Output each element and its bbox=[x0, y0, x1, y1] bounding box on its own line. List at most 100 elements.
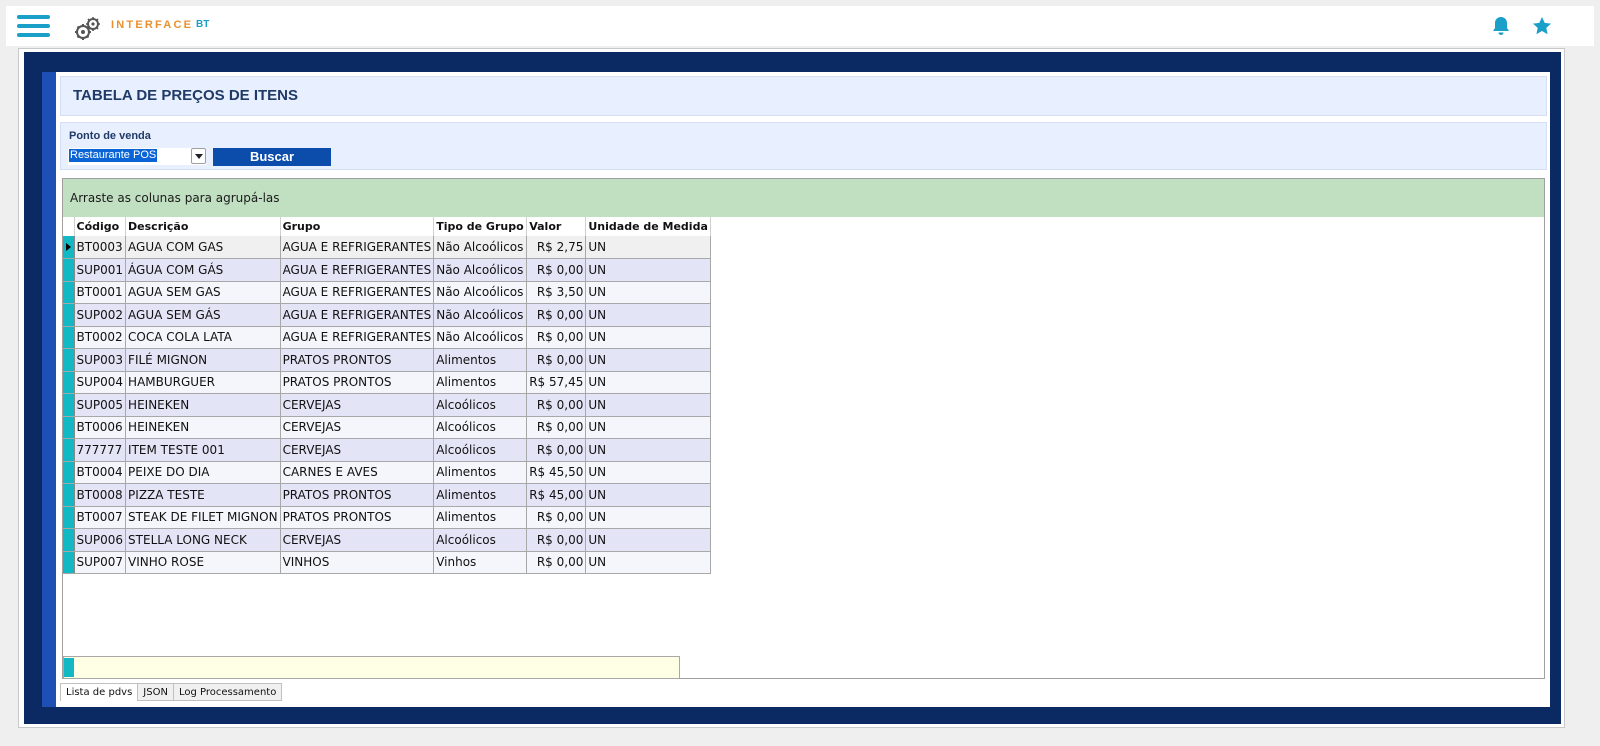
table-row[interactable]: SUP006 STELLA LONG NECK CERVEJAS Alcoóli… bbox=[63, 528, 711, 552]
star-icon[interactable] bbox=[1532, 16, 1552, 36]
cell-grupo: PRATOS PRONTOS bbox=[280, 371, 435, 394]
left-accent-stripe bbox=[42, 72, 56, 707]
page-title: TABELA DE PREÇOS DE ITENS bbox=[73, 87, 299, 104]
cell-valor: R$ 0,00 bbox=[526, 551, 587, 574]
cell-codigo: SUP004 bbox=[74, 371, 127, 394]
cell-descricao: AGUA SEM GÁS bbox=[125, 303, 281, 327]
cell-unidade: UN bbox=[585, 551, 711, 574]
cell-grupo: VINHOS bbox=[280, 551, 435, 574]
table-row[interactable]: 777777 ITEM TESTE 001 CERVEJAS Alcoólico… bbox=[63, 438, 711, 462]
column-header-descricao[interactable]: Descrição bbox=[125, 217, 281, 236]
cell-tipo-grupo: Alimentos bbox=[433, 506, 528, 529]
table-row[interactable]: SUP007 VINHO ROSE VINHOS Vinhos R$ 0,00 … bbox=[63, 551, 711, 574]
tab-json[interactable]: JSON bbox=[138, 683, 174, 701]
grid-footer-row bbox=[63, 656, 680, 679]
table-row[interactable]: SUP003 FILÉ MIGNON PRATOS PRONTOS Alimen… bbox=[63, 348, 711, 372]
cell-codigo: SUP005 bbox=[74, 393, 127, 417]
cell-grupo: AGUA E REFRIGERANTES bbox=[280, 326, 435, 349]
row-indicator bbox=[63, 528, 75, 552]
table-row[interactable]: BT0008 PIZZA TESTE PRATOS PRONTOS Alimen… bbox=[63, 483, 711, 507]
cell-valor: R$ 0,00 bbox=[526, 393, 587, 417]
cell-descricao: COCA COLA LATA bbox=[125, 326, 281, 349]
cell-codigo: BT0003 bbox=[74, 236, 127, 259]
cell-descricao: VINHO ROSE bbox=[125, 551, 281, 574]
cell-valor: R$ 3,50 bbox=[526, 281, 587, 304]
column-header-unidade[interactable]: Unidade de Medida bbox=[585, 217, 711, 236]
cell-valor: R$ 0,00 bbox=[526, 326, 587, 349]
row-indicator bbox=[63, 348, 75, 372]
cell-grupo: CERVEJAS bbox=[280, 528, 435, 552]
cell-codigo: SUP001 bbox=[74, 258, 127, 282]
column-header-grupo[interactable]: Grupo bbox=[280, 217, 435, 236]
row-indicator bbox=[63, 258, 75, 282]
cell-descricao: AGUA SEM GAS bbox=[125, 281, 281, 304]
table-row[interactable]: BT0002 COCA COLA LATA AGUA E REFRIGERANT… bbox=[63, 326, 711, 349]
cell-codigo: BT0008 bbox=[74, 483, 127, 507]
cell-grupo: CARNES E AVES bbox=[280, 461, 435, 484]
top-bar: INTERFACE BT bbox=[6, 6, 1594, 46]
column-header-codigo[interactable]: Código bbox=[74, 217, 127, 236]
cell-unidade: UN bbox=[585, 348, 711, 372]
row-indicator bbox=[63, 393, 75, 417]
cell-codigo: BT0006 bbox=[74, 416, 127, 439]
brand-suffix: BT bbox=[196, 19, 210, 30]
chevron-down-icon[interactable] bbox=[191, 148, 206, 164]
table-row[interactable]: BT0007 STEAK DE FILET MIGNON PRATOS PRON… bbox=[63, 506, 711, 529]
cell-tipo-grupo: Não Alcoólicos bbox=[433, 303, 528, 327]
cell-unidade: UN bbox=[585, 528, 711, 552]
cell-unidade: UN bbox=[585, 371, 711, 394]
table-row[interactable]: SUP002 AGUA SEM GÁS AGUA E REFRIGERANTES… bbox=[63, 303, 711, 327]
cell-valor: R$ 0,00 bbox=[526, 438, 587, 462]
cell-grupo: CERVEJAS bbox=[280, 393, 435, 417]
pos-select[interactable]: Restaurante POS bbox=[68, 148, 206, 165]
search-button[interactable]: Buscar bbox=[213, 148, 331, 166]
gears-icon bbox=[75, 17, 100, 40]
cell-grupo: CERVEJAS bbox=[280, 438, 435, 462]
cell-valor: R$ 45,50 bbox=[526, 461, 587, 484]
cell-codigo: SUP002 bbox=[74, 303, 127, 327]
table-row[interactable]: SUP005 HEINEKEN CERVEJAS Alcoólicos R$ 0… bbox=[63, 393, 711, 417]
tab-log-processamento[interactable]: Log Processamento bbox=[173, 683, 283, 701]
bell-icon[interactable] bbox=[1492, 16, 1510, 36]
table-row[interactable]: SUP001 ÁGUA COM GÁS AGUA E REFRIGERANTES… bbox=[63, 258, 711, 282]
cell-tipo-grupo: Alcoólicos bbox=[433, 416, 528, 439]
cell-grupo: PRATOS PRONTOS bbox=[280, 506, 435, 529]
cell-tipo-grupo: Alimentos bbox=[433, 483, 528, 507]
cell-valor: R$ 57,45 bbox=[526, 371, 587, 394]
column-header-tipo-grupo[interactable]: Tipo de Grupo bbox=[433, 217, 528, 236]
tab-lista-de-pdvs[interactable]: Lista de pdvs bbox=[60, 683, 139, 701]
cell-unidade: UN bbox=[585, 236, 711, 259]
cell-unidade: UN bbox=[585, 303, 711, 327]
cell-codigo: BT0001 bbox=[74, 281, 127, 304]
table-row[interactable]: BT0001 AGUA SEM GAS AGUA E REFRIGERANTES… bbox=[63, 281, 711, 304]
cell-descricao: HAMBURGUER bbox=[125, 371, 281, 394]
cell-valor: R$ 0,00 bbox=[526, 348, 587, 372]
cell-valor: R$ 0,00 bbox=[526, 528, 587, 552]
cell-unidade: UN bbox=[585, 483, 711, 507]
cell-unidade: UN bbox=[585, 438, 711, 462]
cell-tipo-grupo: Não Alcoólicos bbox=[433, 281, 528, 304]
row-indicator bbox=[63, 461, 75, 484]
column-header-valor[interactable]: Valor bbox=[526, 217, 587, 236]
footer-indicator bbox=[64, 658, 74, 677]
row-indicator bbox=[63, 281, 75, 304]
row-indicator bbox=[63, 326, 75, 349]
table-row[interactable]: BT0006 HEINEKEN CERVEJAS Alcoólicos R$ 0… bbox=[63, 416, 711, 439]
bottom-tabs: Lista de pdvs JSON Log Processamento bbox=[60, 683, 283, 701]
cell-codigo: SUP007 bbox=[74, 551, 127, 574]
row-indicator bbox=[63, 551, 75, 574]
cell-descricao: ÁGUA COM GÁS bbox=[125, 258, 281, 282]
cell-codigo: SUP006 bbox=[74, 528, 127, 552]
group-by-panel[interactable] bbox=[63, 179, 1544, 217]
pos-select-value: Restaurante POS bbox=[69, 149, 158, 162]
cell-valor: R$ 0,00 bbox=[526, 416, 587, 439]
row-pointer-icon bbox=[63, 236, 75, 259]
table-row[interactable]: BT0004 PEIXE DO DIA CARNES E AVES Alimen… bbox=[63, 461, 711, 484]
table-row[interactable]: SUP004 HAMBURGUER PRATOS PRONTOS Aliment… bbox=[63, 371, 711, 394]
cell-tipo-grupo: Alcoólicos bbox=[433, 393, 528, 417]
table-row[interactable]: BT0003 AGUA COM GAS AGUA E REFRIGERANTES… bbox=[63, 236, 711, 259]
cell-valor: R$ 0,00 bbox=[526, 258, 587, 282]
hamburger-menu-icon[interactable] bbox=[17, 13, 50, 39]
cell-valor: R$ 0,00 bbox=[526, 303, 587, 327]
row-indicator bbox=[63, 416, 75, 439]
